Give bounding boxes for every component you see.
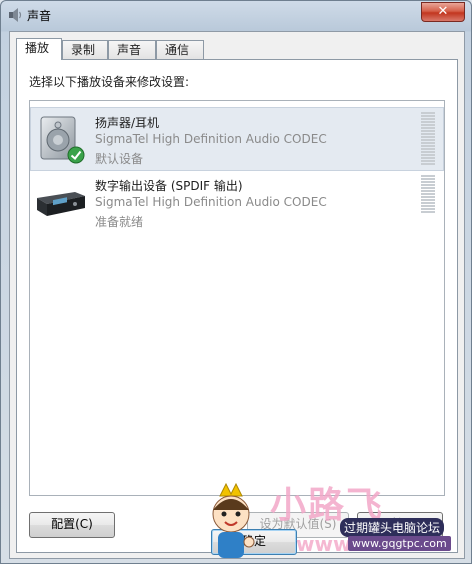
tab-communications[interactable]: 通信 xyxy=(156,40,204,59)
configure-label: 配置(C) xyxy=(51,517,93,531)
device-description: SigmaTel High Definition Audio CODEC xyxy=(95,195,327,209)
ok-button[interactable]: 确定 xyxy=(211,529,297,555)
tab-sounds[interactable]: 声音 xyxy=(108,40,156,59)
dialog-body: 播放 录制 声音 通信 选择以下播放设备来修改设置: 扬声器/耳机 SigmaT… xyxy=(9,31,465,559)
configure-button[interactable]: 配置(C) xyxy=(29,512,115,538)
sound-dialog: 声音 ✕ 播放 录制 声音 通信 选择以下播放设备来修改设置: 扬声器/耳机 S… xyxy=(0,0,472,564)
digital-output-device-icon xyxy=(37,192,85,216)
close-button[interactable]: ✕ xyxy=(421,2,465,22)
volume-meter xyxy=(421,112,435,166)
list-item-digital-output[interactable]: 数字输出设备 (SPDIF 输出) SigmaTel High Definiti… xyxy=(31,171,443,233)
tab-playback[interactable]: 播放 xyxy=(16,38,62,60)
device-status: 默认设备 xyxy=(95,152,144,166)
volume-meter xyxy=(421,175,435,229)
close-icon: ✕ xyxy=(437,4,449,19)
list-item-speakers[interactable]: 扬声器/耳机 SigmaTel High Definition Audio CO… xyxy=(30,107,444,171)
playback-panel: 选择以下播放设备来修改设置: 扬声器/耳机 SigmaTel High Defi… xyxy=(16,59,458,553)
tab-label: 声音 xyxy=(117,43,142,57)
title-bar: 声音 ✕ xyxy=(1,1,471,29)
tab-label: 播放 xyxy=(25,41,50,55)
device-list[interactable]: 扬声器/耳机 SigmaTel High Definition Audio CO… xyxy=(29,100,445,496)
window-title: 声音 xyxy=(27,9,52,23)
properties-button[interactable]: 属性(P) xyxy=(357,512,443,538)
tab-label: 录制 xyxy=(71,43,96,57)
check-icon xyxy=(67,146,85,164)
tab-label: 通信 xyxy=(165,43,190,57)
ok-label: 确定 xyxy=(241,534,266,548)
speaker-icon xyxy=(9,8,22,22)
device-name: 数字输出设备 (SPDIF 输出) xyxy=(95,179,243,193)
instruction-text: 选择以下播放设备来修改设置: xyxy=(29,75,190,89)
tab-recording[interactable]: 录制 xyxy=(62,40,108,59)
device-name: 扬声器/耳机 xyxy=(95,116,160,130)
device-description: SigmaTel High Definition Audio CODEC xyxy=(95,132,327,146)
device-status: 准备就绪 xyxy=(95,215,144,229)
properties-label: 属性(P) xyxy=(379,517,421,531)
